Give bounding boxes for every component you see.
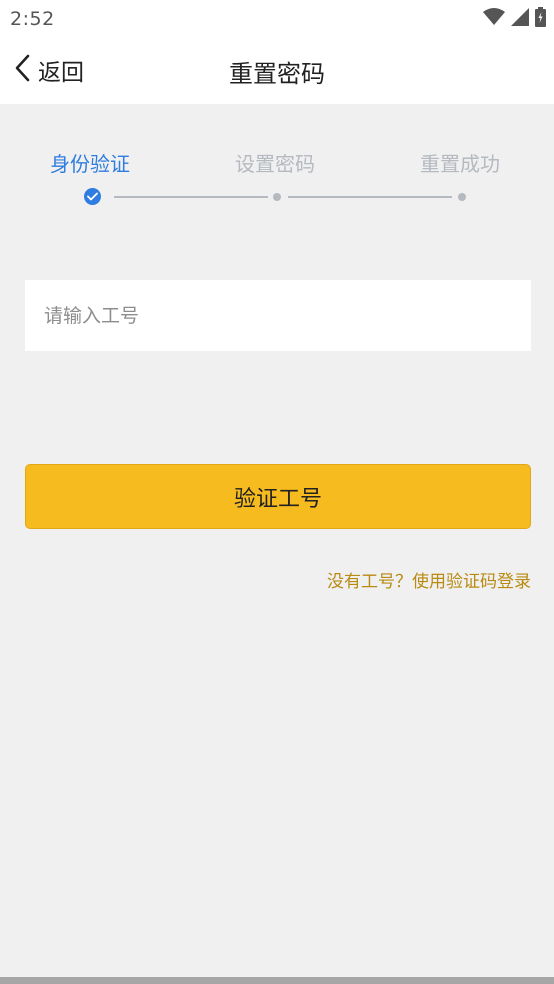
status-icons — [483, 7, 546, 31]
step-label-success: 重置成功 — [420, 152, 500, 176]
sms-login-link[interactable]: 没有工号？使用验证码登录 — [327, 567, 531, 592]
step-dot — [273, 193, 281, 201]
employee-id-field — [25, 280, 531, 351]
nav-bar: 返回 重置密码 — [0, 36, 554, 104]
employee-id-input[interactable] — [25, 280, 531, 351]
page-title: 重置密码 — [229, 60, 325, 88]
step-label-identity: 身份验证 — [50, 152, 130, 176]
status-bar: 2:52 — [0, 0, 554, 36]
reset-password-page: 2:52 返回 重置密码 身份验证 设置密码 重置成功 请输入工号 验证工号 没… — [0, 0, 554, 984]
step-connector — [288, 196, 452, 198]
step-dot — [458, 193, 466, 201]
status-time: 2:52 — [10, 8, 55, 30]
step-connector — [114, 196, 268, 198]
bottom-bar — [0, 977, 554, 984]
wifi-icon — [483, 8, 505, 30]
step-label-set-password: 设置密码 — [235, 152, 315, 176]
verify-employee-id-button[interactable]: 验证工号 — [25, 464, 531, 529]
step-indicator: 身份验证 设置密码 重置成功 — [0, 104, 554, 224]
step-check-icon — [84, 188, 101, 205]
battery-icon — [535, 7, 546, 31]
signal-icon — [511, 8, 529, 30]
